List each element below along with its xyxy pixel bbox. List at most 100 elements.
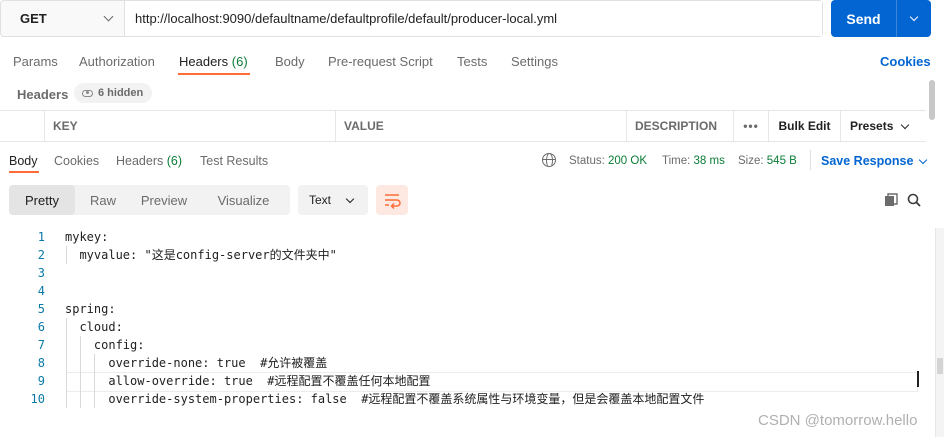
hidden-count: 6 hidden <box>98 87 144 99</box>
hidden-headers-toggle[interactable]: 6 hidden <box>74 83 153 103</box>
line-number: 5 <box>37 302 45 316</box>
save-response-label: Save Response <box>821 154 914 168</box>
chevron-down-icon <box>103 11 114 22</box>
divider <box>810 150 811 170</box>
tab-label: Headers <box>116 154 164 168</box>
time-readout[interactable]: Time: 38 ms <box>662 155 725 167</box>
column-description: DESCRIPTION <box>627 111 734 141</box>
view-pretty[interactable]: Pretty <box>9 185 75 215</box>
line-text: override-none: true #允许被覆盖 <box>65 356 328 370</box>
chevron-down-icon <box>345 194 355 203</box>
editor-scrollbar[interactable] <box>935 228 944 437</box>
response-body-editor[interactable]: 1 mykey: 2 myvalue: "这是config-server的文件夹中… <box>0 228 935 408</box>
line-number: 7 <box>37 338 45 352</box>
tab-pre-request-script[interactable]: Pre-request Script <box>328 54 433 69</box>
method-label: GET <box>20 11 47 26</box>
time-value: 38 ms <box>693 155 725 167</box>
response-tab-test-results[interactable]: Test Results <box>200 154 268 168</box>
line-number: 2 <box>37 248 45 262</box>
code-line-current: 9 allow-override: true #远程配置不覆盖任何本地配置 <box>0 372 935 392</box>
indent-guide <box>66 318 67 408</box>
wrap-lines-icon <box>385 194 401 210</box>
tab-label: Cookies <box>54 154 100 168</box>
wrap-lines-button[interactable] <box>376 185 408 215</box>
view-visualize[interactable]: Visualize <box>197 185 290 215</box>
copy-icon[interactable] <box>884 193 898 207</box>
tab-headers[interactable]: Headers (6) <box>179 54 248 69</box>
send-options-button[interactable] <box>897 0 931 37</box>
format-select[interactable]: Text <box>298 185 368 215</box>
code-line: 4 <box>0 282 935 300</box>
eye-icon <box>82 89 93 97</box>
code-line: 2 myvalue: "这是config-server的文件夹中" <box>0 246 935 264</box>
presets-label: Presets <box>850 119 894 133</box>
tab-tests[interactable]: Tests <box>457 54 487 69</box>
tab-label: Body <box>275 54 305 69</box>
view-preview[interactable]: Preview <box>131 185 197 215</box>
watermark: CSDN @tomorrow.hello <box>758 412 918 429</box>
line-text: spring: <box>65 302 116 316</box>
send-button[interactable]: Send <box>831 0 897 37</box>
line-text: config: <box>65 338 145 352</box>
text-cursor <box>917 371 919 387</box>
response-tab-body[interactable]: Body <box>9 154 38 168</box>
tab-params[interactable]: Params <box>13 54 58 69</box>
line-text: cloud: <box>65 320 123 334</box>
size-readout[interactable]: Size: 545 B <box>738 155 797 167</box>
line-number: 1 <box>37 230 45 244</box>
save-response-button[interactable]: Save Response <box>821 154 928 168</box>
chevron-down-icon <box>919 155 928 164</box>
chevron-down-icon <box>901 120 910 129</box>
view-mode-toggle: Pretty Raw Preview Visualize <box>9 185 290 215</box>
line-number: 6 <box>37 320 45 334</box>
search-icon[interactable] <box>907 193 921 207</box>
code-line: 3 <box>0 264 935 282</box>
size-label: Size: <box>738 155 764 167</box>
globe-icon[interactable] <box>542 153 556 167</box>
line-number: 4 <box>37 284 45 298</box>
tab-body[interactable]: Body <box>275 54 305 69</box>
send-button-group: Send <box>831 0 931 37</box>
code-line: 7 config: <box>0 336 935 354</box>
line-text: myvalue: "这是config-server的文件夹中" <box>65 248 337 262</box>
tab-label: Test Results <box>200 154 269 168</box>
status-value: 200 OK <box>608 155 648 167</box>
active-tab-indicator <box>9 171 39 173</box>
tab-label: Authorization <box>79 54 155 69</box>
status-label: Status: <box>569 155 605 167</box>
request-bar: GET http://localhost:9090/defaultname/de… <box>0 0 823 37</box>
tab-settings[interactable]: Settings <box>511 54 558 69</box>
line-number: 9 <box>37 374 45 388</box>
indent-guide <box>66 246 67 264</box>
response-tab-headers[interactable]: Headers (6) <box>116 154 182 168</box>
tab-authorization[interactable]: Authorization <box>79 54 155 69</box>
code-line: 10 override-system-properties: false #远程… <box>0 390 935 408</box>
code-line: 1 mykey: <box>0 228 935 246</box>
tab-label: Tests <box>457 54 488 69</box>
presets-dropdown[interactable]: Presets <box>841 111 926 141</box>
method-select[interactable]: GET <box>1 1 125 36</box>
active-tab-indicator <box>178 73 250 75</box>
time-label: Time: <box>662 155 691 167</box>
code-line: 6 cloud: <box>0 318 935 336</box>
checkbox-column <box>0 111 45 141</box>
code-line: 8 override-none: true #允许被覆盖 <box>0 354 935 372</box>
view-raw[interactable]: Raw <box>75 185 131 215</box>
scrollbar-thumb[interactable] <box>937 358 943 374</box>
tab-count: (6) <box>231 54 248 69</box>
format-label: Text <box>309 193 332 207</box>
line-number: 10 <box>30 392 45 406</box>
size-value: 545 B <box>766 155 797 167</box>
cookies-link[interactable]: Cookies <box>880 54 931 69</box>
url-input[interactable]: http://localhost:9090/defaultname/defaul… <box>125 1 822 36</box>
request-pane-scrollbar[interactable] <box>929 80 935 120</box>
bulk-edit-button[interactable]: Bulk Edit <box>769 111 841 141</box>
status-readout[interactable]: Status: 200 OK <box>569 155 647 167</box>
tab-label: Settings <box>511 54 558 69</box>
headers-table-header: KEY VALUE DESCRIPTION ••• Bulk Edit Pres… <box>0 110 926 142</box>
tab-count: (6) <box>166 154 183 168</box>
tab-label: Headers <box>179 54 229 69</box>
more-options-button[interactable]: ••• <box>734 111 769 141</box>
response-tab-cookies[interactable]: Cookies <box>54 154 99 168</box>
tab-label: Body <box>9 154 38 168</box>
